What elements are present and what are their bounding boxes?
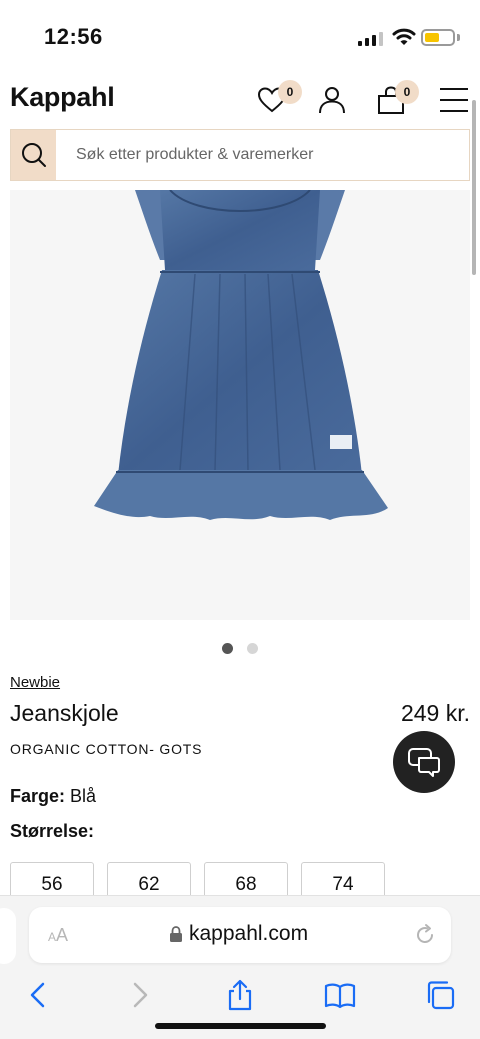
search-input[interactable] <box>56 130 469 180</box>
menu-icon[interactable] <box>438 84 470 116</box>
product-title: Jeanskjole <box>10 700 119 726</box>
status-time: 12:56 <box>44 24 103 49</box>
wishlist-count-badge: 0 <box>278 80 302 104</box>
search-icon <box>21 143 46 167</box>
gallery-dot-2[interactable] <box>247 643 258 654</box>
denim-dress-image <box>94 190 388 520</box>
reload-icon[interactable] <box>413 923 437 947</box>
lock-icon <box>170 926 182 942</box>
back-icon[interactable] <box>22 979 54 1011</box>
kappahl-logo[interactable]: Kappahl <box>10 82 115 113</box>
gallery-pagination <box>0 643 480 654</box>
bookmarks-icon[interactable] <box>324 979 356 1011</box>
size-label: Størrelse: <box>10 821 95 841</box>
forward-icon[interactable] <box>124 979 156 1011</box>
previous-tab-edge[interactable] <box>0 908 16 964</box>
battery-icon <box>421 29 455 46</box>
color-info: Farge: Blå <box>10 786 96 807</box>
signal-icon <box>358 32 383 46</box>
product-price: 249 kr. <box>400 700 470 726</box>
product-image[interactable] <box>10 190 470 620</box>
home-indicator[interactable] <box>155 1023 326 1029</box>
brand-link[interactable]: Newbie <box>10 674 60 691</box>
user-icon[interactable] <box>316 84 348 116</box>
share-icon[interactable] <box>224 979 256 1011</box>
url-text: kappahl.com <box>189 922 309 945</box>
search-button[interactable] <box>11 130 56 180</box>
chat-icon <box>408 748 440 777</box>
reader-settings-button[interactable]: AA <box>48 925 68 946</box>
site-header: Kappahl 0 0 <box>0 72 480 126</box>
cart-count-badge: 0 <box>395 80 419 104</box>
page-scrollbar[interactable] <box>472 100 476 275</box>
battery-tip <box>457 34 460 41</box>
search-bar <box>10 129 470 181</box>
chat-button[interactable] <box>393 731 455 793</box>
product-subtitle: ORGANIC COTTON- GOTS <box>10 741 203 757</box>
tabs-icon[interactable] <box>424 979 456 1011</box>
gallery-dot-1[interactable] <box>222 643 233 654</box>
status-bar: 12:56 <box>0 0 480 70</box>
color-value: Blå <box>70 786 97 806</box>
browser-toolbar: AA kappahl.com <box>0 895 480 1039</box>
address-bar[interactable]: AA kappahl.com <box>29 907 451 963</box>
wifi-icon <box>392 28 416 45</box>
color-label: Farge: <box>10 786 66 806</box>
